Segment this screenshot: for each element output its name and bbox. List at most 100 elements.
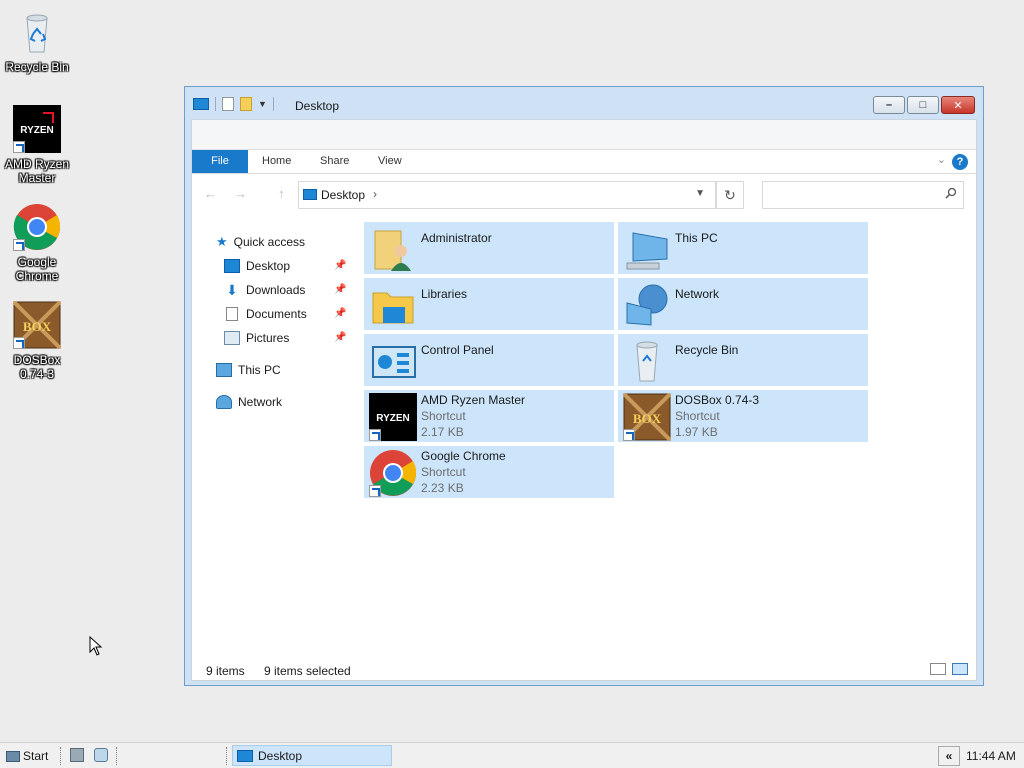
tree-item-this-pc[interactable]: This PC <box>216 360 281 380</box>
tree-item-desktop[interactable]: Desktop <box>224 256 290 276</box>
explorer-window: ▼ Desktop – □ ✕ File Home Share View ⌄ ?… <box>184 86 984 686</box>
explorer-quick-launch-icon[interactable] <box>94 748 108 762</box>
tab-share[interactable]: Share <box>306 150 363 173</box>
tree-item-network[interactable]: Network <box>216 392 282 412</box>
file-item[interactable]: BOX DOSBox 0.74-3 Shortcut 1.97 KB <box>618 390 868 442</box>
minimize-button[interactable]: – <box>873 96 905 114</box>
file-name: Control Panel <box>421 343 494 357</box>
up-arrow-icon[interactable]: ↑ <box>278 186 285 201</box>
file-item[interactable]: Control Panel <box>364 334 614 386</box>
file-item[interactable]: Recycle Bin <box>618 334 868 386</box>
start-label: Start <box>23 749 49 763</box>
pictures-icon <box>224 331 240 345</box>
file-list: Administrator This PC Libraries Network … <box>364 222 974 652</box>
start-button[interactable]: Start <box>6 746 48 766</box>
ribbon-tabs: File Home Share View ⌄ ? <box>192 150 976 174</box>
file-size: 2.17 KB <box>421 425 464 439</box>
taskbar-separator <box>226 747 228 765</box>
file-type: Shortcut <box>421 409 466 423</box>
breadcrumb-desktop[interactable]: Desktop <box>321 188 365 202</box>
close-icon: ✕ <box>953 99 963 112</box>
file-size: 1.97 KB <box>675 425 718 439</box>
file-name: AMD Ryzen Master <box>421 393 526 407</box>
search-icon <box>945 187 957 199</box>
file-item[interactable]: Network <box>618 278 868 330</box>
search-input[interactable] <box>762 181 964 209</box>
desktop-icon-google-chrome[interactable]: Google Chrome <box>2 203 72 283</box>
desktop-icon-amd-ryzen-master[interactable]: RYZEN AMD Ryzen Master <box>2 105 72 185</box>
recycle-bin-icon <box>13 8 61 56</box>
network-icon <box>216 395 232 409</box>
pin-icon: 📌 <box>334 332 347 343</box>
tree-item-label: Desktop <box>246 259 291 273</box>
show-desktop-icon[interactable] <box>70 748 84 762</box>
document-icon <box>226 307 238 321</box>
tree-item-downloads[interactable]: ⬇ Downloads <box>224 280 305 300</box>
recycle-bin-icon <box>623 337 671 385</box>
properties-icon[interactable] <box>222 97 234 111</box>
toolbar-separator <box>272 97 274 111</box>
tree-item-label: This PC <box>238 363 281 377</box>
tab-view[interactable]: View <box>364 150 416 173</box>
file-item[interactable]: Libraries <box>364 278 614 330</box>
taskbar-task-desktop[interactable]: Desktop <box>232 745 392 766</box>
tree-item-quick-access[interactable]: ★ Quick access <box>216 232 305 252</box>
file-size: 2.23 KB <box>421 481 464 495</box>
svg-text:RYZEN: RYZEN <box>20 125 54 136</box>
tree-item-label: Downloads <box>246 283 306 297</box>
desktop-icon-label: Recycle Bin <box>5 60 69 74</box>
title-bar[interactable]: ▼ Desktop – □ ✕ <box>185 87 983 123</box>
file-type: Shortcut <box>675 409 720 423</box>
new-folder-icon[interactable] <box>240 97 252 111</box>
navigation-pane: ★ Quick access Desktop 📌 ⬇ Downloads 📌 D… <box>192 214 362 654</box>
tab-file[interactable]: File <box>192 150 248 173</box>
status-bar: 9 items 9 items selected <box>192 660 976 680</box>
help-button[interactable]: ? <box>952 154 968 170</box>
ryzen-icon: RYZEN <box>13 105 61 153</box>
tree-item-pictures[interactable]: Pictures <box>224 328 289 348</box>
quick-access-toolbar: ▼ <box>193 97 274 111</box>
tray-expand-button[interactable]: « <box>938 745 960 766</box>
refresh-button[interactable]: ↻ <box>716 181 744 209</box>
chrome-icon <box>13 203 61 251</box>
window-title: Desktop <box>295 99 340 113</box>
shortcut-arrow-icon <box>369 485 381 497</box>
file-item[interactable]: Administrator <box>364 222 614 274</box>
libraries-icon <box>369 281 417 329</box>
forward-arrow-icon[interactable]: → <box>234 186 247 201</box>
svg-text:BOX: BOX <box>633 411 662 426</box>
file-name: This PC <box>675 231 718 245</box>
breadcrumb-separator[interactable]: › <box>373 187 377 201</box>
tab-home[interactable]: Home <box>248 150 305 173</box>
file-item[interactable]: RYZEN AMD Ryzen Master Shortcut 2.17 KB <box>364 390 614 442</box>
svg-text:RYZEN: RYZEN <box>376 413 410 424</box>
selection-count: 9 items selected <box>264 664 351 678</box>
maximize-button[interactable]: □ <box>907 96 939 114</box>
details-view-icon[interactable] <box>930 663 946 675</box>
taskbar: Start Desktop « 11:44 AM <box>0 742 1024 768</box>
desktop-icon <box>224 259 240 273</box>
file-item[interactable]: Google Chrome Shortcut 2.23 KB <box>364 446 614 498</box>
customize-toolbar-icon[interactable]: ▼ <box>258 99 267 109</box>
desktop-icon-dosbox[interactable]: BOX DOSBox 0.74-3 <box>2 300 72 381</box>
download-arrow-icon: ⬇ <box>226 281 238 298</box>
clock[interactable]: 11:44 AM <box>966 749 1016 763</box>
address-dropdown-icon[interactable]: ▼ <box>695 188 705 199</box>
large-icons-view-icon[interactable] <box>952 663 968 675</box>
file-item[interactable]: This PC <box>618 222 868 274</box>
window-body: File Home Share View ⌄ ? ← → ↑ Desktop ›… <box>191 119 977 681</box>
back-arrow-icon[interactable]: ← <box>204 186 217 201</box>
shortcut-arrow-icon <box>13 239 25 251</box>
shortcut-arrow-icon <box>623 429 635 441</box>
tree-item-documents[interactable]: Documents <box>224 304 307 324</box>
item-count: 9 items <box>206 664 245 678</box>
shortcut-arrow-icon <box>13 337 25 349</box>
address-bar[interactable]: Desktop › ▼ <box>298 181 716 209</box>
pin-icon: 📌 <box>334 260 347 271</box>
expand-ribbon-chevron-icon[interactable]: ⌄ <box>937 153 946 166</box>
close-button[interactable]: ✕ <box>941 96 975 114</box>
task-label: Desktop <box>258 748 303 763</box>
desktop-icon-recycle-bin[interactable]: Recycle Bin <box>2 8 72 74</box>
dosbox-icon: BOX <box>12 300 62 350</box>
minimize-icon: – <box>885 99 893 111</box>
